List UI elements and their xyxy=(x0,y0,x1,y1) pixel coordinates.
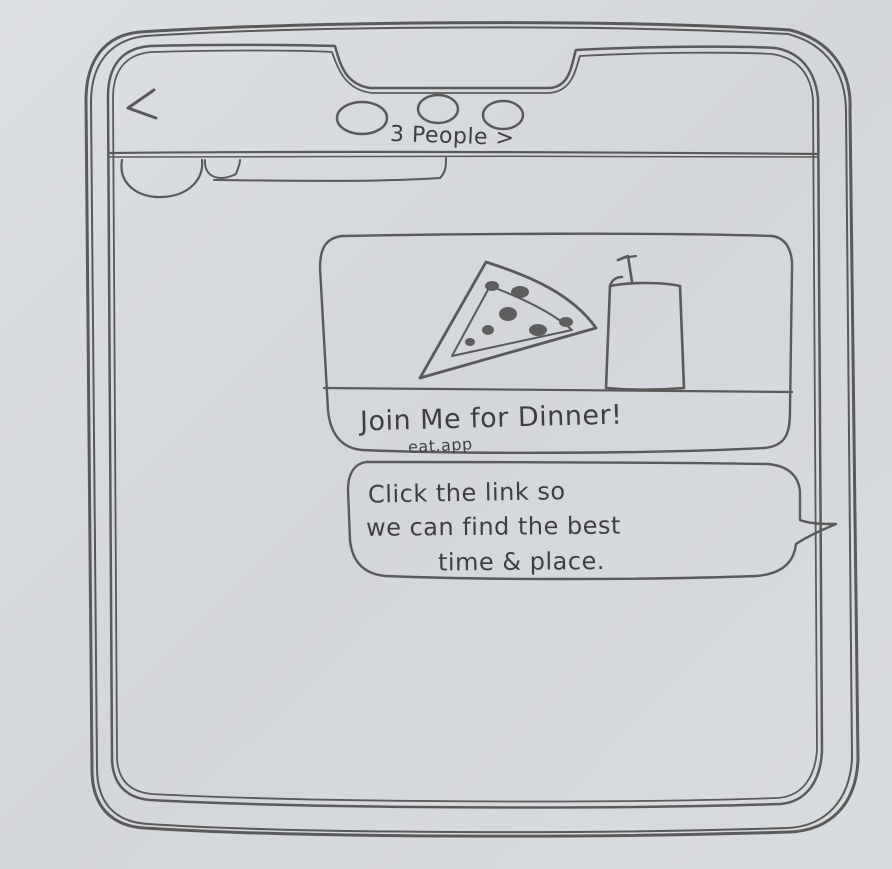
link-preview-url[interactable]: eat.app xyxy=(408,434,474,456)
back-button[interactable]: chevron-left-icon xyxy=(118,82,168,132)
avatar-circle-2 xyxy=(416,93,460,125)
thread-avatar xyxy=(120,158,204,199)
participants-link[interactable]: 3 People > xyxy=(390,122,515,151)
thread-preview-bar xyxy=(213,157,447,182)
header-divider xyxy=(108,150,820,156)
avatar-circle-1 xyxy=(335,100,389,136)
message-line-1: Click the link so xyxy=(367,477,566,509)
message-line-2: we can find the best xyxy=(365,511,622,542)
message-line-3: time & place. xyxy=(437,547,606,577)
message-text: Click the link so we can find the best t… xyxy=(365,474,778,579)
